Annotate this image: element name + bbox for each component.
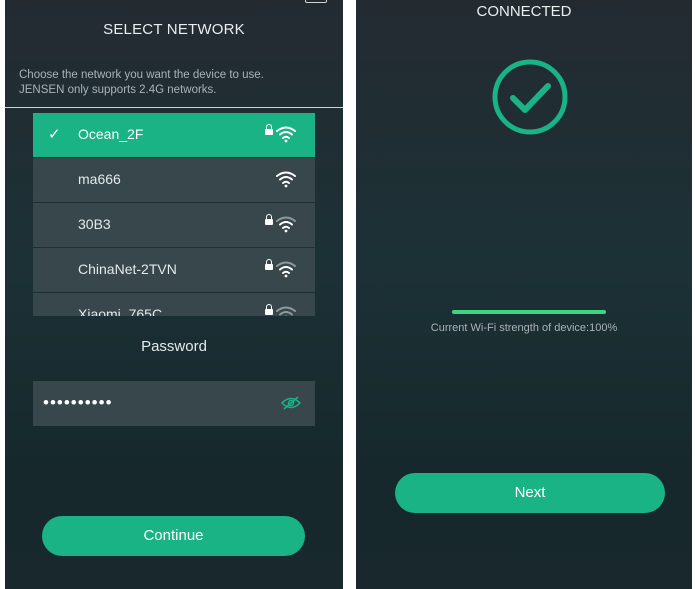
network-item-ma666[interactable]: ma666 bbox=[33, 158, 315, 202]
lock-icon bbox=[265, 304, 273, 315]
wifi-strength-bar bbox=[452, 310, 606, 314]
password-field[interactable]: •••••••••• bbox=[33, 381, 315, 426]
lock-icon bbox=[265, 124, 273, 135]
page-title: CONNECTED bbox=[476, 3, 572, 20]
wifi-icon bbox=[276, 216, 296, 233]
continue-button[interactable]: Continue bbox=[42, 516, 305, 556]
success-check-icon bbox=[492, 59, 568, 135]
instruction-text: Choose the network you want the device t… bbox=[19, 68, 333, 98]
network-name: 30B3 bbox=[78, 216, 111, 232]
network-item-chinanet-2tvn[interactable]: ChinaNet-2TVN bbox=[33, 248, 315, 292]
wifi-icon bbox=[276, 126, 296, 143]
network-name: ChinaNet-2TVN bbox=[78, 261, 177, 277]
wifi-icon bbox=[276, 261, 296, 278]
lock-icon bbox=[265, 259, 273, 270]
divider bbox=[5, 107, 343, 108]
instruction-line-1: Choose the network you want the device t… bbox=[19, 69, 264, 81]
next-button[interactable]: Next bbox=[395, 473, 665, 513]
lock-icon bbox=[265, 214, 273, 225]
wifi-icon bbox=[276, 306, 296, 316]
password-label: Password bbox=[141, 338, 207, 355]
wifi-strength-text: Current Wi-Fi strength of device:100% bbox=[430, 322, 618, 334]
network-item-30b3[interactable]: 30B3 bbox=[33, 203, 315, 247]
instruction-line-2: JENSEN only supports 2.4G networks. bbox=[19, 84, 217, 96]
status-bar bbox=[5, 0, 343, 6]
network-list[interactable]: ✓ Ocean_2F ma666 30B3 ChinaNet-2TVN Xiao… bbox=[33, 113, 315, 316]
connected-screen: CONNECTED Current Wi-Fi strength of devi… bbox=[356, 0, 692, 589]
checkmark-icon: ✓ bbox=[48, 126, 61, 143]
page-title: SELECT NETWORK bbox=[103, 21, 245, 38]
password-value[interactable]: •••••••••• bbox=[43, 393, 113, 413]
network-name: ma666 bbox=[78, 171, 121, 187]
wifi-strength-fill bbox=[452, 310, 606, 314]
network-item-xiaomi-765c[interactable]: Xiaomi_765C bbox=[33, 293, 315, 316]
select-network-screen: SELECT NETWORK Choose the network you wa… bbox=[5, 0, 343, 589]
battery-icon bbox=[305, 0, 327, 3]
hide-password-icon[interactable] bbox=[281, 396, 301, 410]
network-item-ocean-2f[interactable]: ✓ Ocean_2F bbox=[33, 113, 315, 157]
network-name: Ocean_2F bbox=[78, 126, 144, 142]
wifi-icon bbox=[276, 171, 296, 188]
network-name: Xiaomi_765C bbox=[78, 306, 163, 316]
